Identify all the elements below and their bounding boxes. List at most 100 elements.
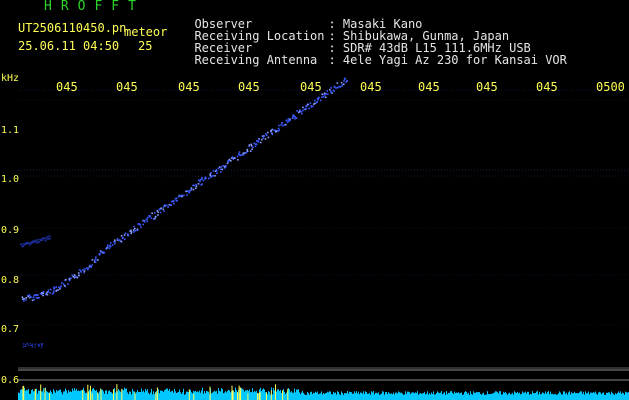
- spectrum-bar: [458, 392, 459, 400]
- spectrum-bar: [284, 391, 285, 400]
- trace-point: [267, 131, 269, 134]
- spectrum-bar: [526, 393, 527, 400]
- trace-point: [24, 345, 26, 347]
- spectrum-bar: [19, 393, 20, 400]
- trace-point: [45, 293, 47, 296]
- trace-point: [28, 344, 30, 347]
- spectrum-bar: [174, 388, 175, 400]
- spectrum-bar: [390, 393, 391, 400]
- spectrum-bar: [120, 391, 121, 400]
- trace-point: [305, 107, 308, 110]
- trace-point: [53, 286, 55, 288]
- spectrum-peak: [87, 384, 89, 400]
- spectrum-bar: [150, 392, 151, 400]
- trace-point: [159, 211, 162, 214]
- spectrum-bar: [245, 390, 246, 400]
- spectrum-bar: [599, 391, 600, 400]
- spectrum-bar: [478, 392, 479, 400]
- spectrum-bar: [162, 390, 163, 400]
- spectrum-bar: [145, 388, 146, 400]
- trace-point: [108, 247, 111, 250]
- spectrum-bar: [402, 393, 403, 400]
- spectrum-bar: [318, 394, 319, 400]
- trace-point: [195, 185, 198, 188]
- spectrum-bar: [161, 390, 162, 400]
- spectrum-peak: [188, 389, 190, 400]
- spectrum-bar: [67, 393, 68, 400]
- spectrum-bar: [250, 392, 251, 400]
- spectrum-bar: [553, 394, 554, 400]
- spectrum-bar: [62, 394, 63, 400]
- spectrum-peak: [40, 384, 42, 400]
- spectrum-bar: [495, 391, 496, 400]
- spectrum-bar: [179, 389, 180, 400]
- trace-point: [285, 119, 288, 122]
- spectrum-bar: [39, 390, 40, 400]
- trace-point: [42, 294, 44, 297]
- spectrum-bar: [573, 393, 574, 400]
- spectrum-bar: [400, 392, 401, 400]
- spectrum-bar: [303, 392, 304, 400]
- spectrum-bar: [591, 392, 592, 400]
- spectrum-bar: [186, 391, 187, 400]
- trace-point: [310, 106, 313, 108]
- spectrum-bar: [273, 388, 274, 400]
- spectrum-bar: [465, 391, 466, 400]
- spectrum-bar: [321, 391, 322, 400]
- spectrum-bar: [153, 391, 154, 400]
- trace-point: [270, 129, 272, 132]
- trace-point: [275, 130, 278, 132]
- spectrum-bar: [71, 392, 72, 400]
- spectrum-bar: [72, 388, 73, 400]
- spectrum-bar: [433, 391, 434, 400]
- spectrum-bar: [356, 391, 357, 400]
- trace-point: [324, 96, 327, 99]
- spectrum-bar: [615, 393, 616, 400]
- spectrum-bar: [143, 390, 144, 400]
- spectrum-bar: [339, 394, 340, 400]
- spectrum-bar: [554, 394, 555, 400]
- spectrum-bar: [230, 392, 231, 400]
- spectrum-bar: [348, 393, 349, 400]
- spectrum-bar: [505, 391, 506, 400]
- spectrum-bar: [382, 391, 383, 400]
- trace-point: [74, 276, 76, 279]
- trace-point: [220, 168, 222, 170]
- trace-point: [114, 239, 116, 241]
- spectrum-bar: [280, 390, 281, 400]
- spectrum-bar: [89, 389, 90, 400]
- y-unit-label: kHz: [1, 73, 20, 84]
- spectrum-bar: [461, 392, 462, 400]
- trace-point: [106, 247, 108, 249]
- trace-point: [120, 240, 122, 243]
- spectrum-bar: [323, 393, 324, 400]
- spectrum-bar: [66, 390, 67, 400]
- trace-point: [278, 124, 280, 127]
- spectrum-bar: [51, 392, 52, 400]
- spectrum-bar: [343, 394, 344, 400]
- spectrum-bar: [190, 389, 191, 400]
- spectrum-bar: [226, 392, 227, 400]
- spectrum-bar: [351, 392, 352, 400]
- trace-point: [45, 292, 48, 294]
- spectrum-bar: [212, 392, 213, 400]
- spectrum-bar: [327, 391, 328, 400]
- spectrum-bar: [264, 389, 265, 400]
- spectrum-bar: [225, 391, 226, 400]
- trace-point: [90, 266, 92, 268]
- spectrum-bar: [617, 392, 618, 400]
- spectrum-bar: [102, 389, 103, 400]
- trace-point: [234, 157, 236, 159]
- trace-point: [167, 206, 169, 208]
- trace-point: [344, 77, 346, 80]
- trace-point: [330, 86, 333, 89]
- spectrum-bar: [447, 394, 448, 400]
- spectrum-bar: [311, 391, 312, 400]
- spectrum-bar: [42, 391, 43, 400]
- spectrum-bar: [290, 392, 291, 400]
- spectrum-bar: [166, 388, 167, 400]
- spectrum-bar: [310, 392, 311, 400]
- spectrum-bar: [412, 392, 413, 400]
- spectrum-bar: [397, 393, 398, 400]
- spectrum-bar: [298, 389, 299, 400]
